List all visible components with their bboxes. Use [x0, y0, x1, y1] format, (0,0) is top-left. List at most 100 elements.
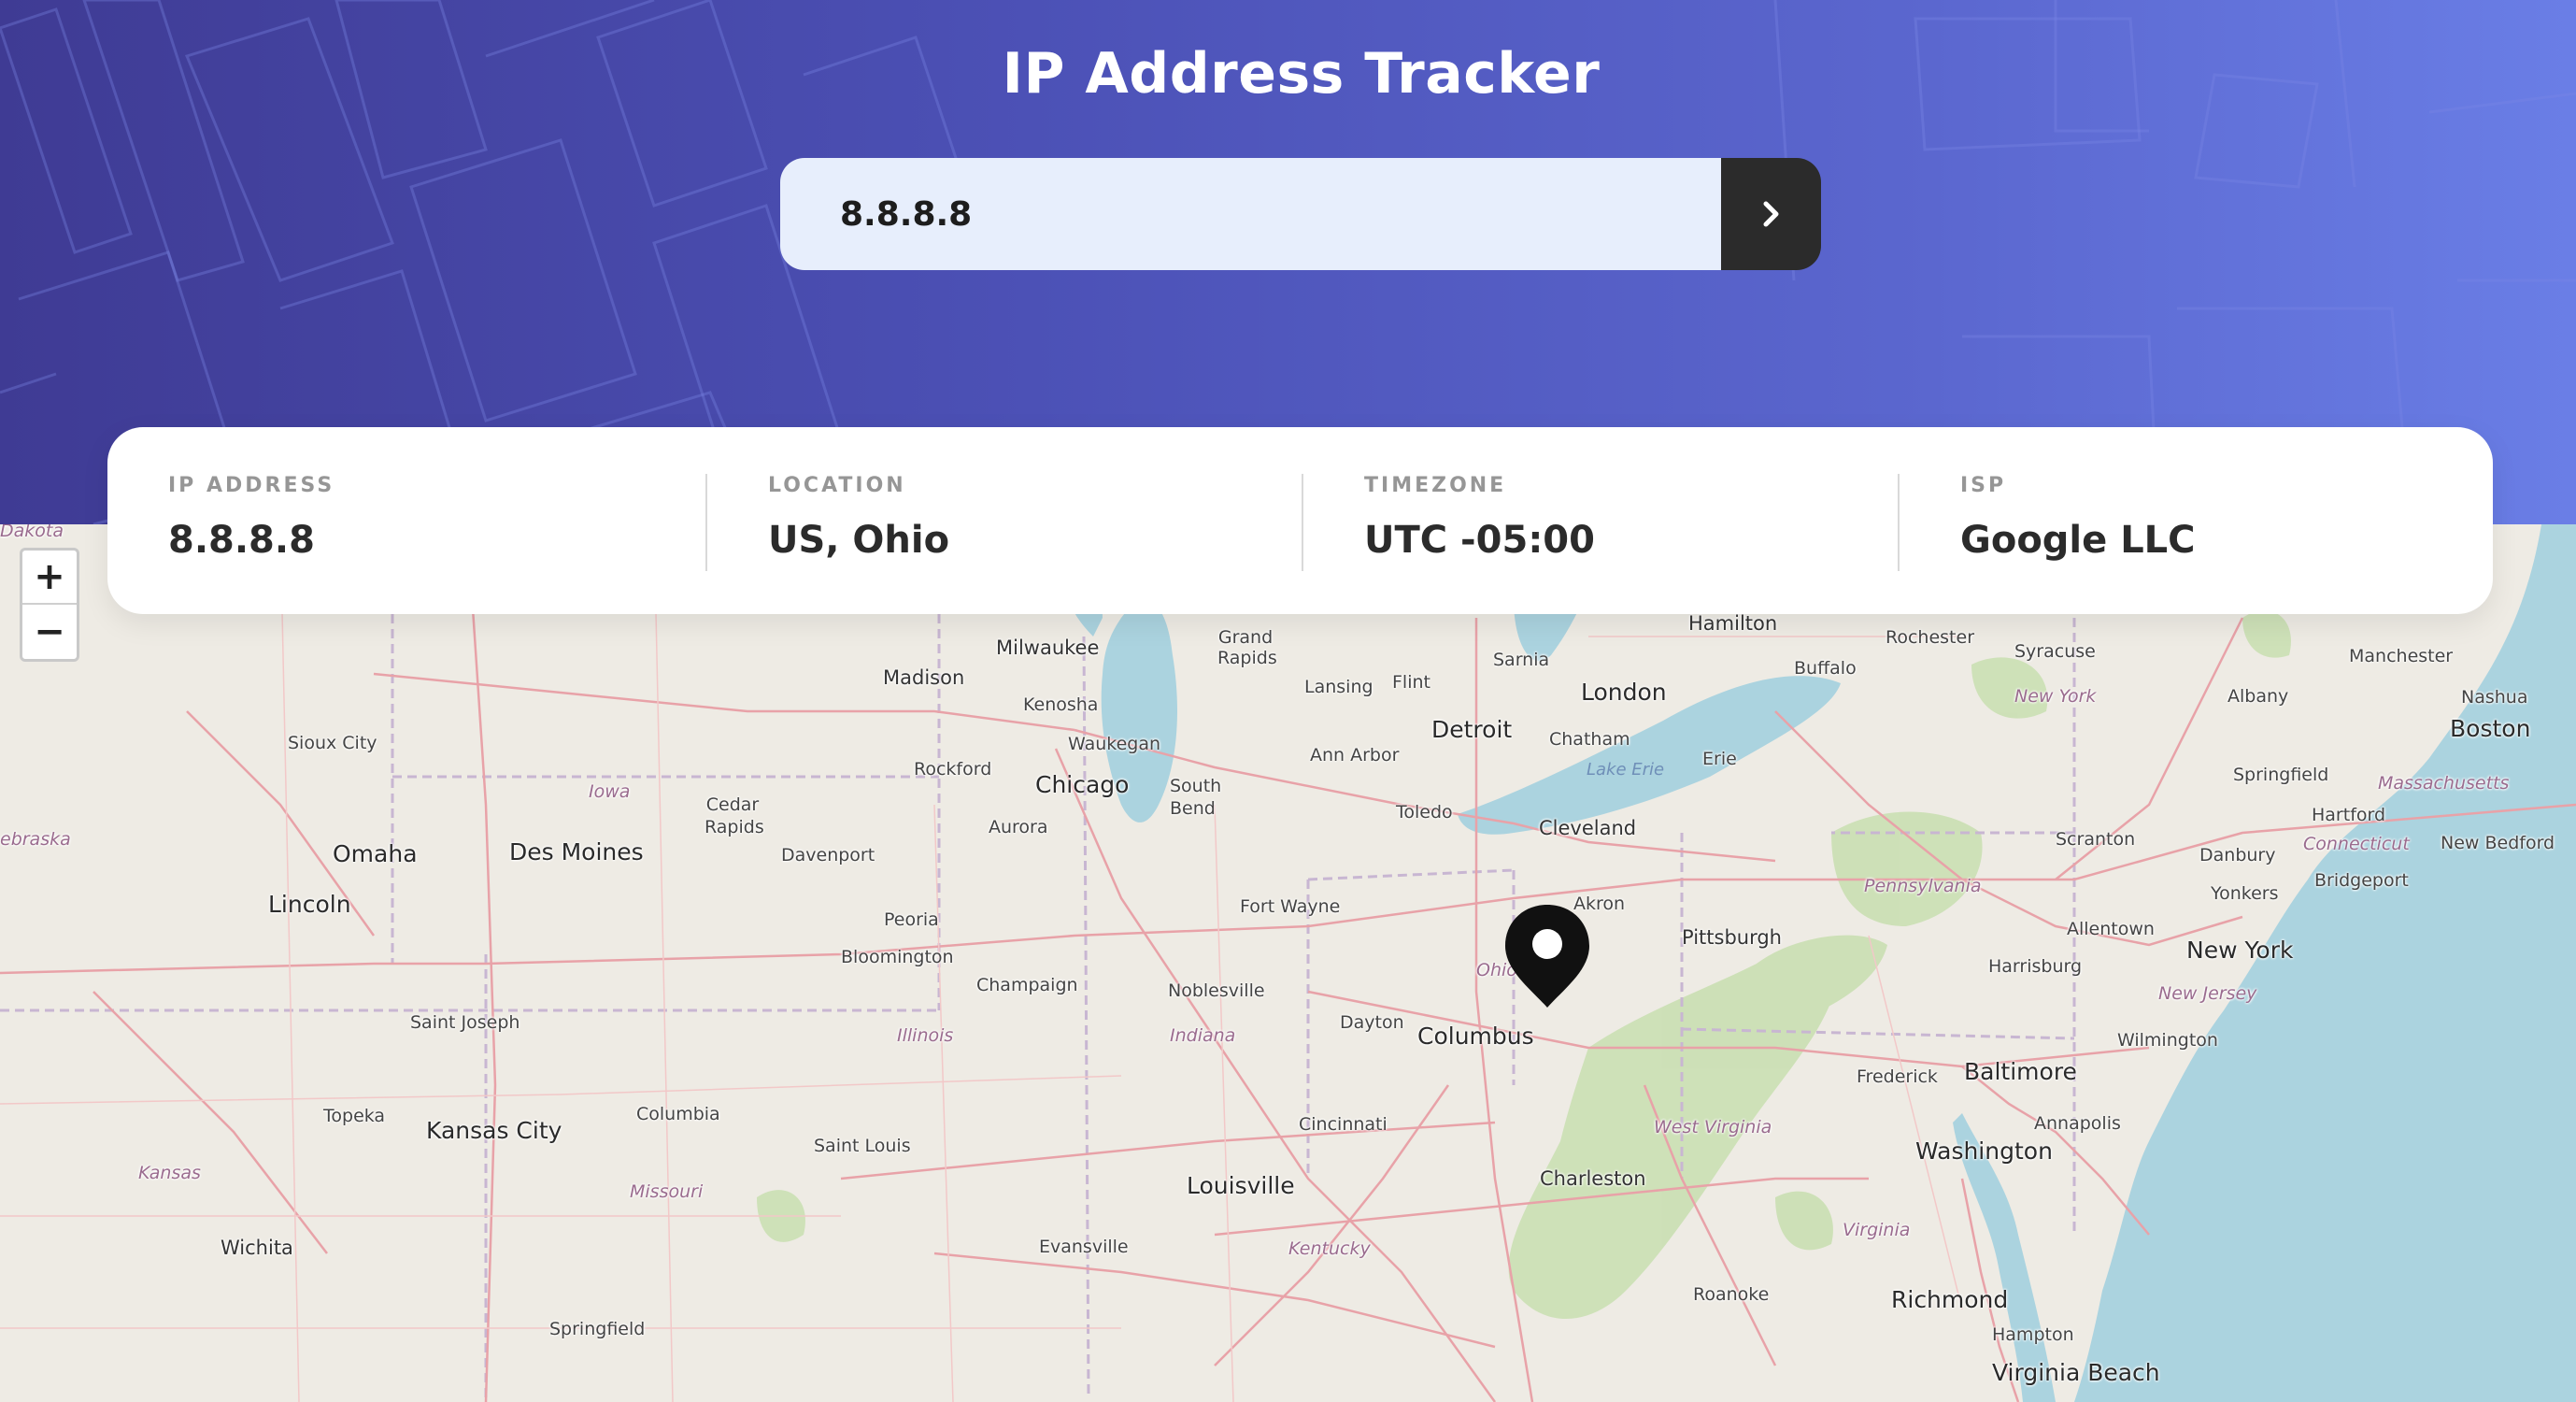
map-label: ebraska [0, 829, 71, 850]
info-value-timezone: UTC -05:00 [1364, 519, 1595, 562]
zoom-out-button[interactable]: − [22, 605, 77, 659]
map-label: Topeka [323, 1106, 386, 1126]
map-label: New York [2186, 937, 2294, 964]
divider [1302, 474, 1303, 571]
map-label: Indiana [1170, 1025, 1236, 1046]
map-label: Missouri [630, 1181, 704, 1202]
map-label: Lake Erie [1587, 760, 1665, 780]
map-label: Albany [2227, 686, 2289, 707]
map-label: Syracuse [2014, 641, 2096, 662]
map-label: Des Moines [509, 838, 644, 866]
map-label: Sarnia [1493, 650, 1550, 670]
map-label: London [1581, 679, 1667, 706]
map-label: Virginia [1843, 1220, 1911, 1240]
map-label: Champaign [976, 975, 1078, 995]
map-label: Springfield [549, 1319, 646, 1339]
map-label: Columbia [636, 1104, 720, 1124]
map-label: Omaha [333, 840, 418, 867]
map-label: Milwaukee [996, 637, 1100, 659]
map-label: Evansville [1039, 1237, 1129, 1257]
map-label: Hamilton [1688, 612, 1778, 635]
map-label: Baltimore [1964, 1058, 2077, 1085]
map-label: Frederick [1857, 1066, 1938, 1087]
ip-search-input[interactable] [780, 158, 1721, 270]
map-label: Rochester [1886, 627, 1974, 648]
divider [705, 474, 707, 571]
map-label: Sioux City [288, 733, 377, 753]
map-label: Cincinnati [1299, 1114, 1388, 1135]
map-label: Danbury [2199, 845, 2276, 866]
map-label: Richmond [1891, 1286, 2009, 1313]
ip-info-card: IP ADDRESS 8.8.8.8 LOCATION US, Ohio TIM… [107, 427, 2493, 614]
map-label: Cleveland [1539, 817, 1637, 839]
map-label: Harrisburg [1988, 956, 2083, 977]
map-label: Iowa [589, 781, 631, 802]
map-label: Kansas City [426, 1117, 562, 1144]
map-label: Allentown [2067, 919, 2155, 939]
map-label: Hartford [2312, 805, 2386, 825]
map-label: Rockford [914, 759, 992, 780]
map-label: Fort Wayne [1240, 896, 1341, 917]
map-label: Detroit [1431, 716, 1513, 743]
map-label: Saint Louis [814, 1136, 911, 1156]
page-title: IP Address Tracker [1002, 41, 1601, 107]
map-label: Bloomington [841, 947, 954, 967]
map-label: Kansas [138, 1163, 201, 1183]
location-pin-icon[interactable] [1502, 903, 1592, 1009]
map-label: Virginia Beach [1992, 1359, 2160, 1386]
info-value-ip-address: 8.8.8.8 [168, 519, 315, 562]
map-label: Davenport [781, 845, 875, 866]
map-label: Hampton [1992, 1324, 2074, 1345]
map-label: Connecticut [2303, 834, 2410, 854]
map-label: Roanoke [1693, 1284, 1770, 1305]
map-label: Toledo [1396, 802, 1453, 823]
map-label: Buffalo [1794, 658, 1857, 679]
map-label: Saint Joseph [410, 1012, 520, 1033]
map-view[interactable]: Dakota ebraska Milwaukee Grand Rapids Ma… [0, 524, 2576, 1402]
map-label: Dayton [1340, 1012, 1404, 1033]
map-label: New York [2014, 686, 2097, 707]
map-label: Waukegan [1068, 734, 1161, 754]
map-label: Annapolis [2034, 1113, 2121, 1134]
info-label-isp: ISP [1960, 474, 2007, 497]
map-zoom-control: + − [20, 548, 79, 662]
map-label: Pennsylvania [1864, 876, 1982, 896]
map-label: Louisville [1187, 1172, 1295, 1199]
map-label: Wilmington [2117, 1030, 2218, 1051]
zoom-in-button[interactable]: + [22, 551, 77, 605]
chevron-right-icon [1763, 201, 1778, 227]
map-label: Kentucky [1288, 1238, 1371, 1259]
map-label: Kenosha [1023, 694, 1099, 715]
map-label: Grand Rapids [1217, 627, 1277, 668]
search-submit-button[interactable] [1721, 158, 1821, 270]
map-label: Charleston [1540, 1167, 1646, 1190]
map-label: New Jersey [2158, 983, 2257, 1004]
map-label: Noblesville [1168, 980, 1265, 1001]
map-label: Illinois [897, 1025, 954, 1046]
info-value-location: US, Ohio [768, 519, 950, 562]
search-bar [780, 158, 1821, 270]
map-label: Wichita [221, 1237, 293, 1259]
map-label: Bridgeport [2314, 870, 2409, 891]
map-label: Springfield [2233, 765, 2329, 785]
map-label: Nashua [2461, 687, 2528, 708]
map-label: Flint [1392, 672, 1430, 693]
map-label: Dakota [0, 524, 64, 541]
map-label: Chatham [1549, 729, 1630, 750]
map-label: Manchester [2349, 646, 2454, 666]
map-label: Yonkers [2211, 883, 2279, 904]
info-label-location: LOCATION [768, 474, 906, 497]
info-label-timezone: TIMEZONE [1364, 474, 1507, 497]
map-label: South Bend [1170, 776, 1222, 819]
map-label: Lincoln [268, 891, 351, 918]
map-label: Massachusetts [2378, 773, 2510, 794]
map-label: Boston [2450, 715, 2531, 742]
map-label: Columbus [1417, 1023, 1534, 1050]
info-value-isp: Google LLC [1960, 519, 2196, 562]
map-label: Washington [1915, 1137, 2053, 1165]
map-label: Peoria [884, 909, 939, 930]
divider [1898, 474, 1900, 571]
map-label: Cedar Rapids [704, 794, 764, 837]
info-label-ip-address: IP ADDRESS [168, 474, 335, 497]
map-label: Chicago [1035, 771, 1130, 798]
